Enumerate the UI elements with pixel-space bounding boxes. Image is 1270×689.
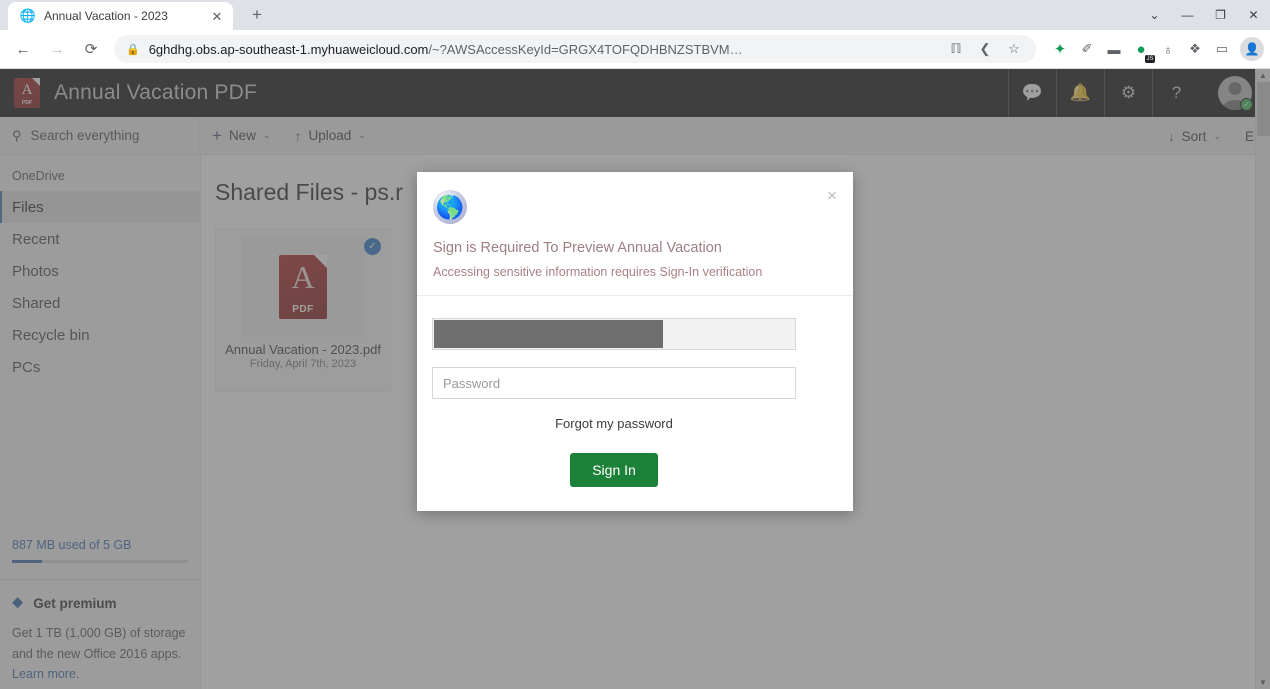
modal-header: 🌎 × Sign is Required To Preview Annual V… [417,172,853,295]
profile-avatar[interactable]: 👤 [1240,37,1264,61]
close-icon[interactable]: ✕ [209,8,225,24]
minimize-button[interactable]: — [1171,0,1204,30]
globe-icon: 🌎 [433,190,467,224]
translate-icon[interactable]: ℿ [946,39,966,59]
modal-title: Sign is Required To Preview Annual Vacat… [433,240,722,256]
js-extension-icon[interactable]: ● JS [1128,36,1155,63]
globe-icon: 🌐 [19,8,37,23]
window-controls: ⌄ — ❐ ✕ [1138,0,1270,30]
tab-strip: 🌐 Annual Vacation - 2023 ✕ + ⌄ — ❐ ✕ [0,0,1270,30]
browser-window: 🌐 Annual Vacation - 2023 ✕ + ⌄ — ❐ ✕ ← →… [0,0,1270,689]
modal-subtitle: Accessing sensitive information requires… [433,265,763,279]
url-text: 6ghdhg.obs.ap-southeast-1.myhuaweicloud.… [149,42,937,57]
puzzle-green-icon[interactable]: ✦ [1047,36,1073,62]
sign-in-button[interactable]: Sign In [570,453,658,487]
address-bar[interactable]: 🔒 6ghdhg.obs.ap-southeast-1.myhuaweiclou… [114,35,1036,63]
url-path: /~?AWSAccessKeyId=GRGX4TOFQDHBNZSTBVM… [428,41,743,57]
extensions-bar: ✦ ✐ ▬ ● JS ♁ ❖ ▭ 👤 [1042,36,1264,63]
reload-icon[interactable]: ⟳ [77,35,105,63]
pen-icon[interactable]: ✐ [1074,36,1100,62]
sidepanel-icon[interactable]: ▭ [1209,36,1235,62]
tab-search-icon[interactable]: ⌄ [1138,0,1171,30]
signin-modal: 🌎 × Sign is Required To Preview Annual V… [417,172,853,511]
tab-title: Annual Vacation - 2023 [44,9,168,23]
email-field[interactable] [432,318,796,350]
js-badge: JS [1144,55,1155,63]
maximize-button[interactable]: ❐ [1204,0,1237,30]
password-placeholder: Password [443,375,501,391]
browser-toolbar: ← → ⟳ 🔒 6ghdhg.obs.ap-southeast-1.myhuaw… [0,30,1270,69]
close-window-button[interactable]: ✕ [1237,0,1270,30]
forgot-password-link[interactable]: Forgot my password [432,416,796,431]
new-tab-button[interactable]: + [243,1,271,29]
extensions-puzzle-icon[interactable]: ❖ [1182,36,1208,62]
signin-form: Password Forgot my password Sign In [417,296,853,511]
forward-icon[interactable]: → [43,35,71,63]
globe-grid-icon[interactable]: ♁ [1155,36,1181,62]
email-redaction-overlay [434,320,663,348]
lock-icon: 🔒 [126,43,140,56]
back-icon[interactable]: ← [9,35,37,63]
password-field[interactable]: Password [432,367,796,399]
browser-tab[interactable]: 🌐 Annual Vacation - 2023 ✕ [8,2,233,30]
signin-button-wrap: Sign In [432,453,796,487]
bookmark-star-icon[interactable]: ☆ [1004,39,1024,59]
share-icon[interactable]: ❮ [975,39,995,59]
mask-icon[interactable]: ▬ [1101,36,1127,62]
url-host: 6ghdhg.obs.ap-southeast-1.myhuaweicloud.… [148,41,429,57]
close-icon[interactable]: × [827,187,837,204]
